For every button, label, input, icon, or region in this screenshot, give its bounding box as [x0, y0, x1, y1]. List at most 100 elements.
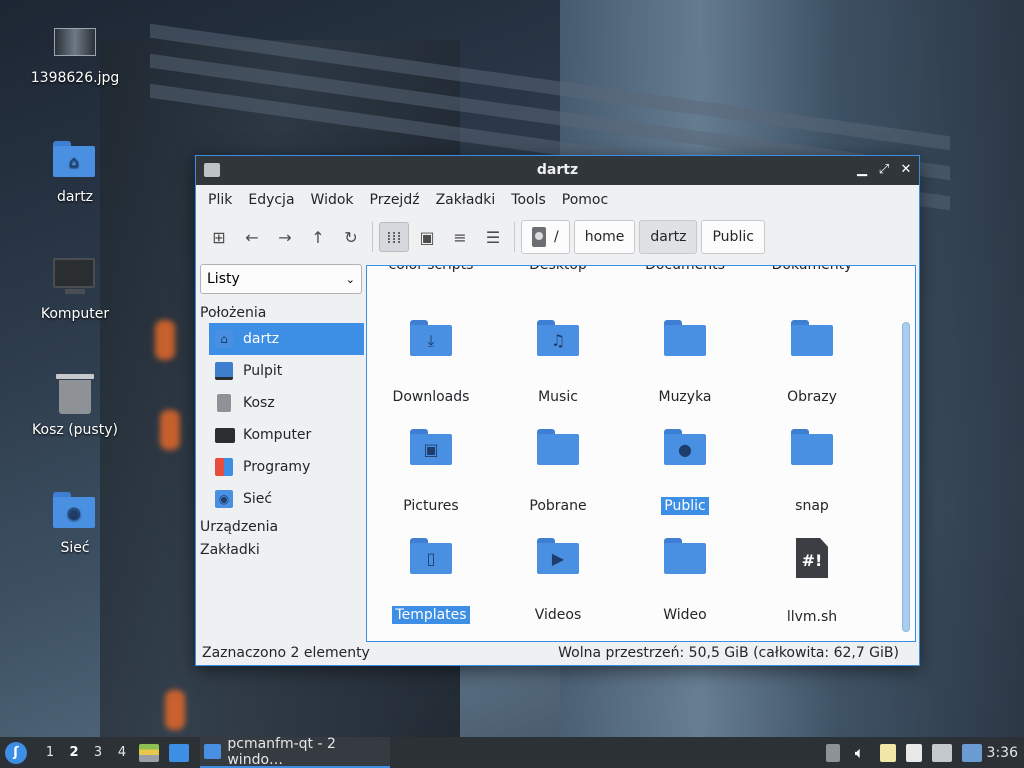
folder-icon: [664, 538, 706, 576]
file-icon-view[interactable]: color-scripts Desktop Documents Dokument…: [366, 265, 916, 642]
places-heading[interactable]: Położenia: [200, 294, 364, 323]
maximize-icon[interactable]: ⤢: [875, 161, 893, 179]
list-item[interactable]: ▶ Videos: [498, 538, 618, 624]
folder-icon: ♫: [537, 320, 579, 358]
menubar: Plik Edycja Widok Przejdź Zakładki Tools…: [196, 185, 919, 215]
folder-emblem-icon: ▯: [426, 549, 436, 568]
side-pane: Listy ⌄ Położenia ⌂ dartz Pulpit Kosz Ko…: [200, 264, 364, 639]
list-item[interactable]: snap: [752, 429, 872, 515]
compact-view-icon[interactable]: ≡: [445, 222, 475, 252]
close-icon[interactable]: ✕: [897, 161, 915, 179]
file-name-label: Videos: [534, 607, 582, 623]
new-tab-icon[interactable]: ⊞: [204, 222, 234, 252]
selection-status: Zaznaczono 2 elementy: [202, 645, 370, 661]
taskbar-task-pcmanfm[interactable]: pcmanfm-qt - 2 windo…: [200, 735, 390, 768]
menu-pomoc[interactable]: Pomoc: [554, 192, 616, 208]
breadcrumb-public[interactable]: Public: [701, 220, 765, 254]
list-item[interactable]: ♫ Music: [498, 320, 618, 406]
trash-icon: [53, 374, 97, 414]
menu-zakladki[interactable]: Zakładki: [428, 192, 504, 208]
desktop-icon-home[interactable]: ⌂ dartz: [20, 141, 130, 205]
scrollbar-thumb[interactable]: [902, 322, 910, 632]
file-name-label: Muzyka: [658, 389, 712, 405]
shell-script-icon: #!: [796, 538, 828, 578]
folder-icon: [664, 320, 706, 358]
home-folder-icon: ⌂: [53, 141, 97, 181]
file-name-label: Wideo: [663, 607, 707, 623]
thumbnail-view-icon[interactable]: ▣: [412, 222, 442, 252]
workspace-1[interactable]: 1: [38, 745, 62, 760]
menu-przejdz[interactable]: Przejdź: [362, 192, 428, 208]
file-manager-launcher-icon[interactable]: [139, 743, 159, 762]
menu-edycja[interactable]: Edycja: [240, 192, 302, 208]
list-item[interactable]: #! llvm.sh: [752, 538, 872, 626]
list-item[interactable]: Muzyka: [625, 320, 745, 406]
menu-widok[interactable]: Widok: [303, 192, 362, 208]
up-arrow-icon[interactable]: ↑: [303, 222, 333, 252]
eject-icon[interactable]: [825, 743, 840, 762]
list-item[interactable]: ● Public: [625, 429, 745, 515]
list-item[interactable]: ▯ Templates: [371, 538, 491, 624]
volume-icon[interactable]: 🔈︎: [850, 743, 870, 762]
notes-icon[interactable]: [905, 743, 922, 762]
clipboard-icon[interactable]: [879, 743, 896, 762]
vertical-scrollbar[interactable]: [901, 272, 911, 636]
update-notifier-icon[interactable]: [961, 743, 982, 762]
breadcrumb-home[interactable]: home: [573, 220, 636, 254]
start-menu-button[interactable]: ʃ: [2, 739, 30, 767]
sidebar-item-komputer[interactable]: Komputer: [209, 419, 364, 451]
folder-icon: [537, 429, 579, 467]
sidebar-item-dartz[interactable]: ⌂ dartz: [209, 323, 364, 355]
sidebar-item-siec[interactable]: ◉ Sieć: [209, 483, 364, 515]
sidebar-item-pulpit[interactable]: Pulpit: [209, 355, 364, 387]
back-arrow-icon[interactable]: ←: [237, 222, 267, 252]
reload-icon[interactable]: ↻: [336, 222, 366, 252]
list-item[interactable]: ⤓ Downloads: [371, 320, 491, 406]
network-wired-icon[interactable]: [931, 743, 952, 762]
folder-icon: ⤓: [410, 320, 452, 358]
list-item[interactable]: Pobrane: [498, 429, 618, 515]
chevron-down-icon: ⌄: [345, 272, 355, 286]
desktop-icon-computer[interactable]: Komputer: [20, 258, 130, 322]
workspace-4[interactable]: 4: [110, 745, 134, 760]
side-pane-mode-select[interactable]: Listy ⌄: [200, 264, 362, 294]
list-item[interactable]: Dokumenty: [752, 266, 872, 273]
menu-plik[interactable]: Plik: [200, 192, 240, 208]
list-item[interactable]: Documents: [625, 266, 745, 273]
free-space-status: Wolna przestrzeń: 50,5 GiB (całkowita: 6…: [558, 645, 899, 661]
toolbar: ⊞ ← → ↑ ↻ ⁞⁞⁞ ▣ ≡ ☰ / home dartz Public: [196, 215, 919, 259]
minimize-icon[interactable]: ▁: [853, 161, 871, 179]
clock[interactable]: 3:36: [987, 745, 1018, 761]
partial-row: color-scripts Desktop Documents Dokument…: [367, 266, 915, 277]
list-item[interactable]: ▣ Pictures: [371, 429, 491, 515]
detailed-list-view-icon[interactable]: ☰: [478, 222, 508, 252]
list-item[interactable]: color-scripts: [371, 266, 491, 273]
titlebar[interactable]: dartz ▁ ⤢ ✕: [196, 156, 919, 185]
sidebar-item-kosz[interactable]: Kosz: [209, 387, 364, 419]
workspace-2[interactable]: 2: [62, 745, 86, 760]
bookmarks-heading[interactable]: Zakładki: [200, 538, 364, 561]
folder-icon: [791, 320, 833, 358]
desktop-icon-network[interactable]: ◉ Sieć: [20, 492, 130, 556]
applications-icon: [215, 458, 233, 476]
devices-heading[interactable]: Urządzenia: [200, 515, 364, 538]
menu-tools[interactable]: Tools: [503, 192, 554, 208]
file-manager-window: dartz ▁ ⤢ ✕ Plik Edycja Widok Przejdź Za…: [195, 155, 920, 666]
network-icon: ◉: [215, 490, 233, 508]
list-item[interactable]: Wideo: [625, 538, 745, 624]
list-item[interactable]: Obrazy: [752, 320, 872, 406]
list-item[interactable]: Desktop: [498, 266, 618, 273]
file-name-label: Pictures: [403, 498, 459, 514]
icon-view-icon[interactable]: ⁞⁞⁞: [379, 222, 409, 252]
workspace-3[interactable]: 3: [86, 745, 110, 760]
breadcrumb-root[interactable]: /: [521, 220, 570, 254]
desktop-icon-trash[interactable]: Kosz (pusty): [20, 374, 130, 438]
trash-icon: [217, 394, 231, 412]
desktop-icon-image[interactable]: 1398626.jpg: [20, 28, 130, 86]
sidebar-item-programy[interactable]: Programy: [209, 451, 364, 483]
breadcrumb-dartz[interactable]: dartz: [639, 220, 698, 254]
show-desktop-icon[interactable]: [169, 743, 189, 762]
drive-icon: [532, 227, 546, 247]
forward-arrow-icon[interactable]: →: [270, 222, 300, 252]
task-label: pcmanfm-qt - 2 windo…: [227, 735, 336, 768]
